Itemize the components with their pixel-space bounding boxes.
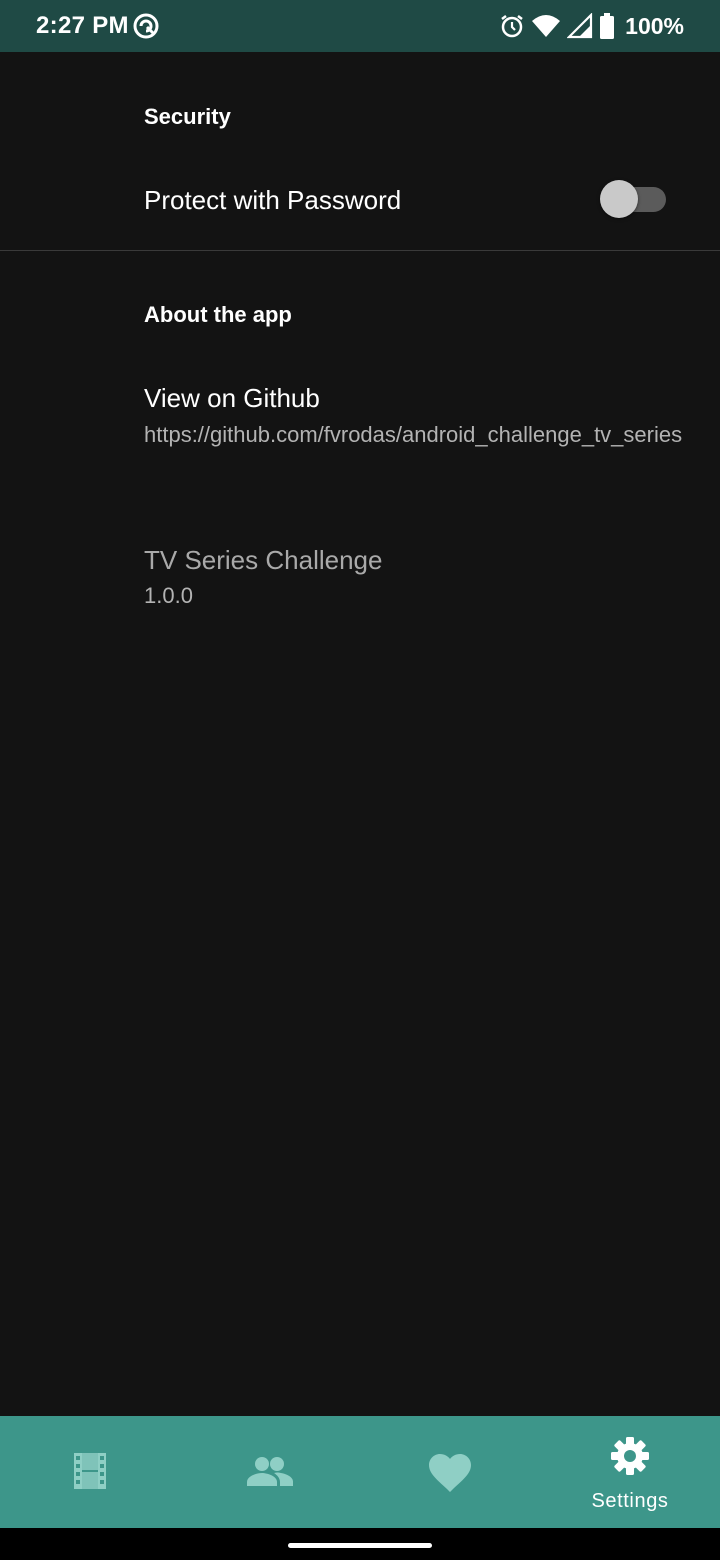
nav-item-shows[interactable]	[0, 1416, 180, 1528]
security-section-header: Security	[144, 104, 231, 129]
people-icon	[247, 1456, 293, 1491]
nav-item-settings[interactable]: Settings	[540, 1416, 720, 1528]
github-url: https://github.com/fvrodas/android_chall…	[144, 422, 683, 447]
bottom-navigation: Settings	[0, 1416, 720, 1528]
status-time: 2:27 PM	[36, 12, 129, 39]
alarm-icon	[499, 13, 525, 39]
film-icon	[73, 1452, 107, 1495]
heart-icon	[429, 1454, 471, 1497]
status-bar: 2:27 PM 100%	[0, 0, 720, 52]
home-gesture-handle[interactable]	[288, 1543, 432, 1548]
protect-password-switch[interactable]	[600, 180, 668, 218]
battery-icon	[599, 13, 615, 39]
q-circle-icon	[132, 12, 160, 40]
gesture-nav-area	[0, 1528, 720, 1560]
status-icons: 100%	[499, 12, 684, 40]
about-section-header: About the app	[144, 302, 292, 327]
battery-percent: 100%	[625, 12, 684, 39]
switch-thumb	[600, 180, 638, 218]
nav-item-people[interactable]	[180, 1416, 360, 1528]
wifi-icon	[531, 13, 561, 39]
protect-password-title: Protect with Password	[144, 185, 402, 215]
app-version: 1.0.0	[144, 583, 193, 608]
nav-item-favorites[interactable]	[360, 1416, 540, 1528]
app-name: TV Series Challenge	[144, 545, 383, 575]
gear-icon	[610, 1436, 650, 1481]
nav-label-settings: Settings	[591, 1490, 669, 1512]
cell-signal-icon	[567, 13, 593, 39]
section-divider	[0, 250, 720, 251]
github-title: View on Github	[144, 383, 320, 413]
